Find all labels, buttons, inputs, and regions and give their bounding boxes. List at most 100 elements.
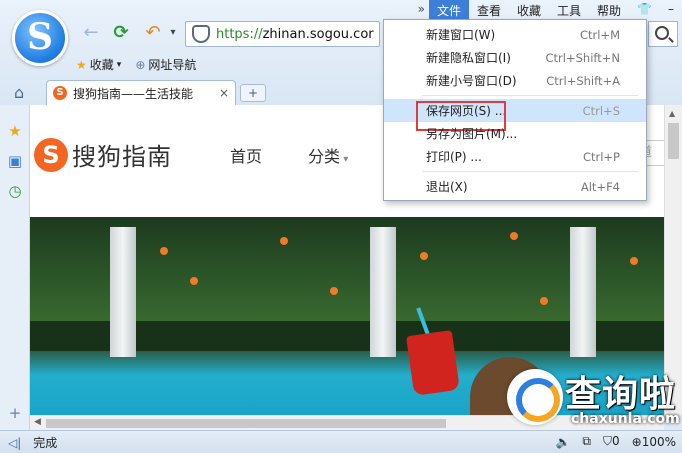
menu-favorites[interactable]: 收藏 bbox=[509, 0, 549, 20]
menu-item-shortcut: Ctrl+Shift+N bbox=[545, 50, 620, 65]
menu-overflow-icon[interactable]: » bbox=[414, 0, 429, 20]
menu-item-new-private-window[interactable]: 新建隐私窗口(I) Ctrl+Shift+N bbox=[384, 46, 646, 69]
hero-flower bbox=[280, 237, 288, 245]
menu-item-print[interactable]: 打印(P) ... Ctrl+P bbox=[384, 145, 646, 168]
extension-icon[interactable]: ⧉ bbox=[582, 434, 591, 449]
search-button[interactable] bbox=[648, 21, 678, 47]
watermark-en: chaxunla.com bbox=[571, 411, 680, 427]
scroll-up-icon[interactable]: ▲ bbox=[669, 109, 675, 118]
minimize-icon[interactable]: – bbox=[660, 0, 682, 20]
reader-sidebar-icon[interactable]: ▣ bbox=[7, 153, 23, 169]
menu-item-new-alt-window[interactable]: 新建小号窗口(D) Ctrl+Shift+A bbox=[384, 69, 646, 92]
blocked-count-value: 0 bbox=[611, 434, 620, 448]
vertical-scroll-thumb[interactable] bbox=[668, 123, 679, 159]
menu-item-label: 打印(P) ... bbox=[426, 150, 482, 164]
site-nav-category[interactable]: 分类 ▾ bbox=[308, 143, 348, 167]
sound-icon[interactable]: 🔈 bbox=[555, 435, 570, 449]
hero-flower bbox=[420, 252, 428, 260]
security-shield-icon bbox=[192, 25, 210, 43]
file-menu-dropdown: 新建窗口(W) Ctrl+M 新建隐私窗口(I) Ctrl+Shift+N 新建小号… bbox=[383, 19, 647, 201]
menu-item-exit[interactable]: 退出(X) Alt+F4 bbox=[384, 175, 646, 198]
horizontal-scroll-thumb[interactable] bbox=[46, 419, 446, 428]
undo-icon[interactable]: ↶ bbox=[142, 22, 164, 44]
watermark-cn: 查询啦 bbox=[565, 374, 677, 415]
home-icon[interactable]: ⌂ bbox=[14, 83, 24, 102]
tab-sogou-guide[interactable]: S 搜狗指南——生活技能 × bbox=[46, 80, 236, 105]
menu-tools[interactable]: 工具 bbox=[549, 0, 589, 20]
favorites-sidebar-icon[interactable]: ★ bbox=[7, 123, 23, 139]
menu-item-new-window[interactable]: 新建窗口(W) Ctrl+M bbox=[384, 23, 646, 46]
menu-help[interactable]: 帮助 bbox=[589, 0, 629, 20]
menu-separator bbox=[422, 95, 638, 96]
web-nav-label: 网址导航 bbox=[148, 58, 197, 72]
bookmarks-label: 收藏 bbox=[89, 58, 114, 72]
hero-pillar bbox=[370, 227, 396, 357]
menu-item-save-as-image[interactable]: 另存为图片(M)... bbox=[384, 122, 646, 145]
sogou-browser-logo-icon[interactable]: S bbox=[12, 10, 68, 66]
refresh-icon[interactable]: ⟳ bbox=[110, 22, 132, 44]
menu-view[interactable]: 查看 bbox=[469, 0, 509, 20]
watermark: 查询啦 chaxunla.com bbox=[505, 365, 680, 433]
menu-item-shortcut: Ctrl+S bbox=[582, 103, 620, 118]
favorites-bar: ★ 收藏 ▾ ⊕ 网址导航 bbox=[76, 56, 196, 73]
hero-pillar bbox=[570, 227, 596, 357]
menu-item-label: 退出(X) bbox=[426, 180, 468, 194]
site-nav-home[interactable]: 首页 bbox=[230, 143, 262, 167]
menu-bar: » 文件 查看 收藏 工具 帮助 👕 – bbox=[414, 0, 682, 20]
site-logo[interactable]: S 搜狗指南 bbox=[34, 137, 172, 172]
history-sidebar-icon[interactable]: ◷ bbox=[7, 183, 23, 199]
menu-item-save-page[interactable]: 保存网页(S) ... Ctrl+S bbox=[384, 99, 646, 131]
menu-item-label: 新建隐私窗口(I) bbox=[426, 51, 511, 65]
menu-separator bbox=[422, 171, 638, 172]
side-panel: ★ ▣ ◷ + bbox=[0, 105, 30, 430]
status-text: 完成 bbox=[33, 436, 58, 450]
new-tab-button[interactable]: + bbox=[240, 84, 266, 102]
web-nav-button[interactable]: ⊕ 网址导航 bbox=[135, 56, 196, 73]
site-logo-mark: S bbox=[34, 137, 68, 172]
zoom-value: 100% bbox=[641, 434, 676, 449]
menu-item-shortcut: Ctrl+Shift+A bbox=[546, 73, 620, 88]
sidebar-toggle-icon[interactable]: ◁| bbox=[8, 436, 21, 450]
url-host: zhinan.sogou.cor bbox=[262, 26, 374, 42]
menu-item-shortcut: Ctrl+M bbox=[579, 27, 620, 42]
bookmarks-button[interactable]: ★ 收藏 ▾ bbox=[76, 56, 121, 73]
watermark-logo-icon bbox=[507, 369, 563, 425]
skin-icon[interactable]: 👕 bbox=[629, 0, 660, 20]
menu-item-label: 新建窗口(W) bbox=[426, 28, 496, 42]
blocked-count[interactable]: ⛉0 bbox=[603, 434, 620, 449]
hero-flower bbox=[330, 287, 338, 295]
sogou-favicon-icon: S bbox=[53, 86, 67, 100]
hero-flower bbox=[630, 257, 638, 265]
status-bar: ◁| 完成 🔈 ⧉ ⛉0 ⊕100% bbox=[0, 430, 682, 453]
back-icon[interactable]: ← bbox=[80, 22, 102, 44]
hero-flower bbox=[510, 232, 518, 240]
address-bar[interactable]: https://zhinan.sogou.cor bbox=[185, 21, 380, 47]
zoom-control[interactable]: ⊕100% bbox=[632, 435, 676, 449]
menu-item-label: 保存网页(S) ... bbox=[426, 104, 507, 118]
menu-file[interactable]: 文件 bbox=[428, 0, 469, 20]
site-nav-category-label: 分类 bbox=[308, 147, 341, 166]
globe-icon: ⊕ bbox=[135, 57, 146, 72]
hero-flower bbox=[160, 247, 168, 255]
add-sidebar-icon[interactable]: + bbox=[7, 405, 23, 421]
hero-red-cup bbox=[406, 330, 460, 396]
hero-flower bbox=[540, 297, 548, 305]
chevron-down-icon: ▾ bbox=[340, 154, 349, 165]
menu-item-shortcut: Alt+F4 bbox=[580, 179, 620, 194]
menu-item-label: 新建小号窗口(D) bbox=[426, 74, 517, 88]
hero-pillar bbox=[110, 227, 136, 357]
close-tab-icon[interactable]: × bbox=[219, 86, 229, 100]
hero-flower bbox=[190, 277, 198, 285]
menu-item-label: 另存为图片(M)... bbox=[426, 127, 518, 141]
undo-dropdown-icon[interactable]: ▾ bbox=[162, 22, 184, 44]
chevron-down-icon: ▾ bbox=[116, 59, 122, 70]
search-icon bbox=[655, 26, 669, 40]
site-logo-text: 搜狗指南 bbox=[72, 143, 172, 171]
shield-icon: ⛉ bbox=[602, 434, 612, 448]
address-url[interactable]: https://zhinan.sogou.cor bbox=[216, 27, 374, 42]
menu-item-shortcut: Ctrl+P bbox=[582, 149, 620, 164]
scroll-left-icon[interactable]: ◀ bbox=[34, 417, 41, 427]
star-icon: ★ bbox=[76, 57, 87, 72]
url-scheme: https:// bbox=[216, 26, 263, 42]
tab-title: 搜狗指南——生活技能 bbox=[73, 86, 194, 101]
